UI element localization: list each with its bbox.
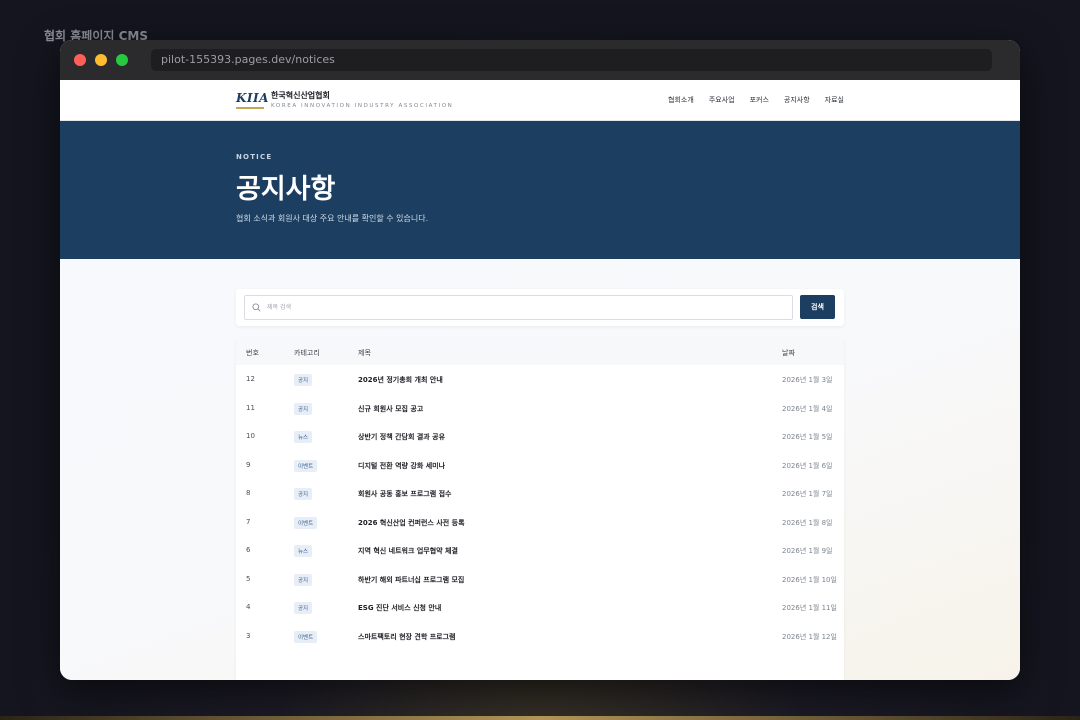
category-badge: 뉴스	[294, 431, 313, 443]
nav-item-about[interactable]: 협회소개	[668, 95, 694, 105]
row-number: 11	[246, 403, 255, 412]
site-header: KIIA 한국혁신산업협회 KOREA INNOVATION INDUSTRY …	[60, 80, 1020, 121]
row-number: 10	[246, 432, 255, 440]
header-category: 카테고리	[294, 349, 320, 357]
row-date: 2026년 1월 6일	[782, 461, 833, 470]
page-title: 공지사항	[236, 174, 336, 205]
category-badge: 공지	[294, 374, 313, 386]
row-title-link[interactable]: 상반기 정책 간담회 결과 공유	[358, 432, 445, 442]
logo-underline	[236, 107, 264, 109]
notice-table: 번호 카테고리 제목 날짜 12 공지 2026년 정기총회 개최 안내 2026년 …	[236, 338, 844, 680]
search-input[interactable]	[267, 299, 767, 316]
maximize-window-button[interactable]	[116, 54, 128, 66]
table-row[interactable]: 10 뉴스 상반기 정책 간담회 결과 공유 2026년 1월 5일	[236, 422, 844, 451]
row-date: 2026년 1월 9일	[782, 547, 833, 555]
row-number: 8	[246, 489, 251, 497]
table-row[interactable]: 3 이벤트 스마트팩토리 현장 견학 프로그램 2026년 1월 12일	[236, 622, 844, 651]
table-row[interactable]: 9 이벤트 디지털 전환 역량 강화 세미나 2026년 1월 6일	[236, 451, 844, 480]
row-title-link[interactable]: ESG 진단 서비스 신청 안내	[358, 603, 441, 613]
hero-kicker: NOTICE	[236, 153, 273, 161]
row-number: 4	[246, 603, 251, 611]
table-body: 12 공지 2026년 정기총회 개최 안내 2026년 1월 3일 11 공지 신규 회원…	[236, 365, 844, 650]
table-row[interactable]: 6 뉴스 지역 혁신 네트워크 업무협약 체결 2026년 1월 9일	[236, 536, 844, 565]
category-badge: 뉴스	[294, 545, 313, 557]
row-title-link[interactable]: 스마트팩토리 현장 견학 프로그램	[358, 632, 455, 642]
table-row[interactable]: 12 공지 2026년 정기총회 개최 안내 2026년 1월 3일	[236, 365, 844, 394]
nav-item-focus[interactable]: 포커스	[750, 95, 769, 105]
row-number: 7	[246, 517, 251, 526]
nav-item-resources[interactable]: 자료실	[825, 95, 844, 105]
header-date: 날짜	[782, 349, 795, 357]
table-row[interactable]: 8 공지 회원사 공동 홍보 프로그램 접수 2026년 1월 7일	[236, 479, 844, 508]
row-title-link[interactable]: 2026년 정기총회 개최 안내	[358, 375, 443, 385]
row-title-link[interactable]: 디지털 전환 역량 강화 세미나	[358, 461, 445, 471]
nav-item-notices[interactable]: 공지사항	[784, 95, 810, 105]
desktop-accent-line	[0, 716, 1080, 720]
category-badge: 공지	[294, 573, 313, 586]
row-date: 2026년 1월 8일	[782, 518, 833, 527]
page-description: 협회 소식과 회원사 대상 주요 안내를 확인할 수 있습니다.	[236, 214, 429, 223]
table-header: 번호 카테고리 제목 날짜	[236, 338, 844, 365]
search-icon	[252, 303, 261, 312]
row-date: 2026년 1월 11일	[782, 604, 837, 612]
row-date: 2026년 1월 3일	[782, 376, 833, 384]
row-number: 3	[246, 631, 251, 640]
table-row[interactable]: 11 공지 신규 회원사 모집 공고 2026년 1월 4일	[236, 394, 844, 423]
category-badge: 이벤트	[294, 516, 318, 529]
search-card: 검색	[236, 289, 844, 326]
site-subtitle: KOREA INNOVATION INDUSTRY ASSOCIATION	[271, 103, 454, 109]
row-title-link[interactable]: 지역 혁신 네트워크 업무협약 체결	[358, 546, 458, 556]
header-title: 제목	[358, 349, 371, 357]
row-number: 5	[246, 574, 251, 583]
row-title-link[interactable]: 신규 회원사 모집 공고	[358, 404, 423, 414]
browser-titlebar: pilot-155393.pages.dev/notices	[60, 40, 1020, 80]
row-title-link[interactable]: 회원사 공동 홍보 프로그램 접수	[358, 489, 451, 499]
row-date: 2026년 1월 4일	[782, 404, 833, 413]
category-badge: 이벤트	[294, 630, 318, 643]
category-badge: 공지	[294, 402, 313, 415]
row-date: 2026년 1월 5일	[782, 433, 833, 441]
close-window-button[interactable]	[74, 54, 86, 66]
row-number: 9	[246, 460, 251, 469]
nav-item-programs[interactable]: 주요사업	[709, 95, 735, 105]
row-title-link[interactable]: 하반기 해외 파트너십 프로그램 모집	[358, 575, 464, 585]
row-date: 2026년 1월 12일	[782, 632, 837, 641]
search-button[interactable]: 검색	[800, 295, 835, 319]
search-field[interactable]	[244, 295, 793, 320]
category-badge: 공지	[294, 488, 313, 500]
main-nav: 협회소개 주요사업 포커스 공지사항 자료실	[668, 95, 844, 105]
table-row[interactable]: 5 공지 하반기 해외 파트너십 프로그램 모집 2026년 1월 10일	[236, 565, 844, 594]
table-row[interactable]: 4 공지 ESG 진단 서비스 신청 안내 2026년 1월 11일	[236, 593, 844, 622]
header-number: 번호	[246, 349, 259, 357]
table-row[interactable]: 7 이벤트 2026 혁신산업 컨퍼런스 사전 등록 2026년 1월 8일	[236, 508, 844, 537]
row-number: 6	[246, 546, 251, 554]
site-name[interactable]: 한국혁신산업협회	[271, 90, 330, 101]
address-bar[interactable]: pilot-155393.pages.dev/notices	[151, 49, 992, 71]
row-date: 2026년 1월 10일	[782, 575, 837, 584]
web-page: KIIA 한국혁신산업협회 KOREA INNOVATION INDUSTRY …	[60, 80, 1020, 680]
category-badge: 이벤트	[294, 459, 318, 472]
logo-mark[interactable]: KIIA	[236, 91, 269, 105]
row-number: 12	[246, 375, 255, 383]
row-date: 2026년 1월 7일	[782, 490, 833, 498]
minimize-window-button[interactable]	[95, 54, 107, 66]
category-badge: 공지	[294, 602, 313, 614]
browser-window: pilot-155393.pages.dev/notices KIIA 한국혁신…	[60, 40, 1020, 680]
row-title-link[interactable]: 2026 혁신산업 컨퍼런스 사전 등록	[358, 518, 465, 528]
hero-banner: NOTICE 공지사항 협회 소식과 회원사 대상 주요 안내를 확인할 수 있…	[60, 121, 1020, 259]
